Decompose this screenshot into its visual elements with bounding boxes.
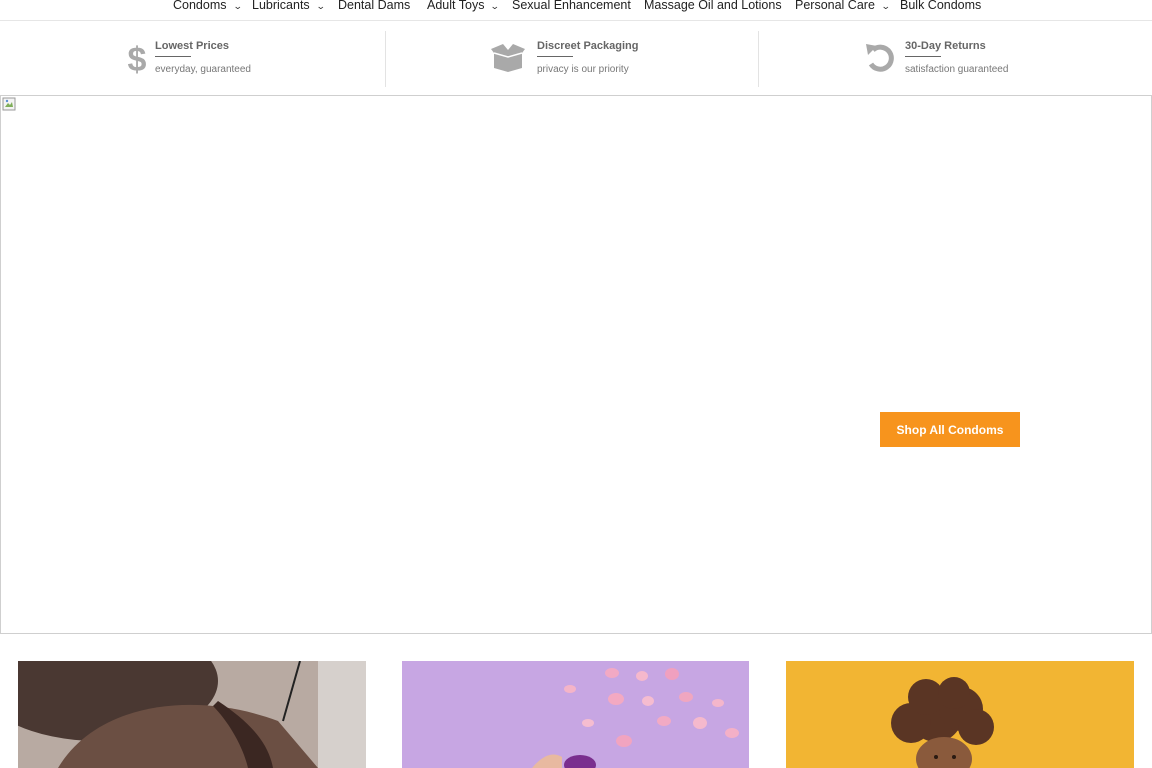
nav-item-bulk-condoms[interactable]: Bulk Condoms xyxy=(900,0,981,12)
nav-item-label: Massage Oil and Lotions xyxy=(644,0,782,12)
chevron-down-icon: ⌄ xyxy=(490,1,501,11)
lingerie-photo-art xyxy=(18,661,366,768)
nav-item-label: Dental Dams xyxy=(338,0,411,12)
benefit-subtitle: everyday, guaranteed xyxy=(155,64,251,75)
benefit-lowest-prices: $ Lowest Prices everyday, guaranteed xyxy=(126,21,326,94)
chevron-down-icon: ⌄ xyxy=(315,1,326,11)
benefit-underline xyxy=(155,56,191,57)
dollar-icon: $ xyxy=(128,41,147,75)
divider xyxy=(758,31,759,87)
nav-item-dental-dams[interactable]: Dental Dams xyxy=(338,0,410,12)
undo-icon xyxy=(866,44,894,72)
nav-item-label: Lubricants xyxy=(252,0,310,12)
curly-hair-photo[interactable] xyxy=(786,661,1134,768)
svg-text:$: $ xyxy=(128,41,147,75)
benefit-30-day-returns: 30-Day Returns satisfaction guaranteed xyxy=(864,21,1064,94)
nav-item-label: Adult Toys xyxy=(427,0,485,12)
hero-banner: Shop All Condoms xyxy=(0,95,1152,634)
benefit-underline xyxy=(537,56,573,57)
nav-item-massage-oil[interactable]: Massage Oil and Lotions xyxy=(644,0,782,12)
benefit-subtitle: satisfaction guaranteed xyxy=(905,64,1009,75)
lingerie-photo[interactable] xyxy=(18,661,366,768)
nav-item-lubricants[interactable]: Lubricants ⌄ xyxy=(252,0,326,13)
nav-item-label: Sexual Enhancement xyxy=(512,0,631,12)
shop-all-condoms-button[interactable]: Shop All Condoms xyxy=(880,412,1020,447)
nav-item-adult-toys[interactable]: Adult Toys ⌄ xyxy=(427,0,501,13)
petals-photo-art xyxy=(402,661,749,768)
benefit-title: Discreet Packaging xyxy=(537,40,639,52)
benefit-subtitle: privacy is our priority xyxy=(537,64,629,75)
benefits-strip: $ Lowest Prices everyday, guaranteed Dis… xyxy=(0,21,1152,94)
curly-hair-photo-art xyxy=(786,661,1134,768)
benefit-title: Lowest Prices xyxy=(155,40,229,52)
chevron-down-icon: ⌄ xyxy=(880,1,891,11)
benefit-title: 30-Day Returns xyxy=(905,40,986,52)
broken-image-icon xyxy=(2,97,16,111)
nav-item-personal-care[interactable]: Personal Care ⌄ xyxy=(795,0,891,13)
box-icon xyxy=(491,44,525,72)
nav-item-condoms[interactable]: Condoms ⌄ xyxy=(173,0,243,13)
benefit-underline xyxy=(905,56,941,57)
petals-photo[interactable] xyxy=(402,661,749,768)
nav-item-label: Condoms xyxy=(173,0,227,12)
divider xyxy=(385,31,386,87)
nav-item-label: Personal Care xyxy=(795,0,875,12)
nav-item-sexual-enhancement[interactable]: Sexual Enhancement xyxy=(512,0,631,12)
nav-item-label: Bulk Condoms xyxy=(900,0,982,12)
benefit-discreet-packaging: Discreet Packaging privacy is our priori… xyxy=(489,21,689,94)
main-nav: Condoms ⌄ Lubricants ⌄ Dental Dams Adult T… xyxy=(0,0,1152,21)
chevron-down-icon: ⌄ xyxy=(232,1,243,11)
